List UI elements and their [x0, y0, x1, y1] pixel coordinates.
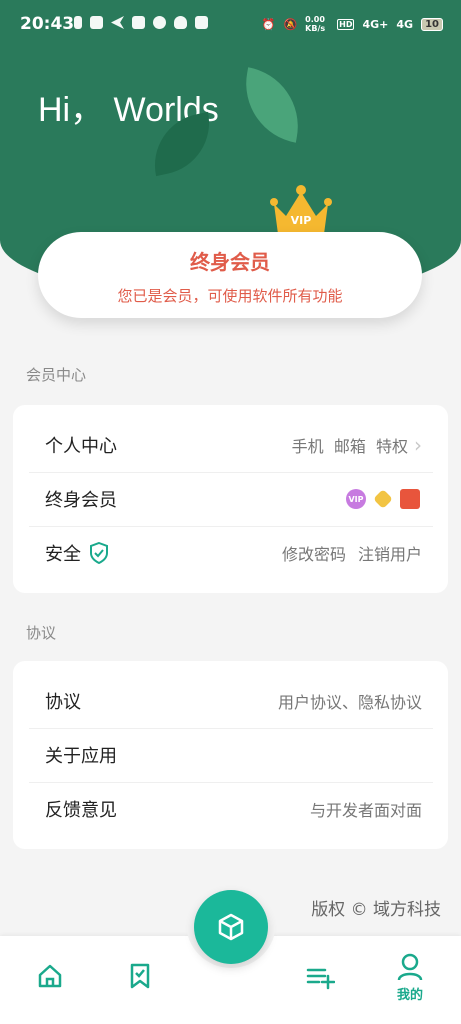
row-label: 协议: [45, 692, 81, 713]
status-time: 20:43: [20, 14, 75, 34]
hd-icon: HD: [337, 18, 355, 30]
agreement-panel: 协议 用户协议、隐私协议 关于应用 反馈意见 与开发者面对面: [13, 661, 448, 849]
bookmark-check-icon: [130, 963, 150, 989]
plane-icon: [111, 16, 124, 29]
notification-icons: [74, 16, 208, 29]
sim-icon: [74, 16, 82, 29]
message-icon: [153, 16, 166, 29]
membership-card[interactable]: 终身会员 您已是会员，可使用软件所有功能: [38, 232, 422, 318]
gift-icon: [400, 489, 420, 509]
shield-check-icon: [90, 542, 108, 564]
signal-4gplus: 4G+: [362, 17, 389, 31]
tab-home[interactable]: [30, 962, 70, 1002]
status-bar: 20:43 ⏰ 🔕 0.00 KB/s HD 4G+ 4G 10: [0, 0, 461, 48]
vip-crown-icon: VIP: [270, 185, 332, 234]
mute-icon: 🔕: [283, 17, 298, 31]
qq-icon: [174, 16, 187, 29]
home-icon: [38, 964, 62, 988]
playlist-add-icon: [306, 968, 335, 990]
row-value: 手机 邮箱 特权: [291, 437, 408, 456]
tab-mine-label: 我的: [396, 988, 423, 1003]
app-notification-icon: [90, 16, 103, 29]
battery-icon: 10: [421, 17, 443, 31]
row-value: 用户协议、隐私协议: [277, 693, 422, 712]
section-title-agreement: 协议: [26, 624, 57, 642]
center-action-button[interactable]: [194, 890, 268, 964]
cube-icon: [218, 913, 244, 941]
row-about-app[interactable]: 关于应用: [13, 728, 448, 782]
membership-title: 终身会员: [190, 250, 270, 274]
chevron-right-icon: ›: [414, 433, 422, 457]
crown-vip-text: VIP: [291, 214, 312, 227]
row-label: 关于应用: [45, 746, 117, 767]
net-speed: 0.00 KB/s: [305, 15, 326, 33]
chat-icon: [132, 16, 145, 29]
diamond-icon: [373, 489, 393, 509]
row-value: 与开发者面对面: [309, 801, 422, 820]
row-feedback[interactable]: 反馈意见 与开发者面对面: [13, 782, 448, 836]
membership-subtitle: 您已是会员，可使用软件所有功能: [117, 287, 343, 305]
row-lifetime-member[interactable]: 终身会员 VIP: [13, 472, 448, 526]
tab-bookmark[interactable]: [120, 962, 160, 1002]
user-icon: [397, 953, 423, 981]
tab-playlist-add[interactable]: [300, 962, 340, 1002]
row-label: 反馈意见: [45, 800, 117, 821]
copyright-text: 版权 © 域方科技: [311, 900, 441, 920]
row-agreement[interactable]: 协议 用户协议、隐私协议: [13, 674, 448, 728]
member-center-panel: 个人中心 手机 邮箱 特权 › 终身会员 VIP 安全 修改密码 注销用户: [13, 405, 448, 593]
row-security[interactable]: 安全 修改密码 注销用户: [13, 526, 448, 580]
alarm-icon: ⏰: [261, 17, 276, 31]
row-label: 终身会员: [45, 490, 117, 511]
row-label: 安全: [45, 544, 81, 565]
row-label: 个人中心: [45, 436, 117, 457]
status-right: ⏰ 🔕 0.00 KB/s HD 4G+ 4G 10: [262, 15, 443, 33]
section-title-member-center: 会员中心: [26, 366, 87, 384]
row-personal-center[interactable]: 个人中心 手机 邮箱 特权 ›: [13, 418, 448, 472]
tab-mine[interactable]: 我的: [390, 952, 430, 1008]
mail-icon: [195, 16, 208, 29]
change-password-link[interactable]: 修改密码: [282, 541, 346, 565]
vip-badge-icon: VIP: [346, 489, 366, 509]
signal-4g: 4G: [396, 17, 414, 31]
delete-account-link[interactable]: 注销用户: [358, 541, 422, 565]
